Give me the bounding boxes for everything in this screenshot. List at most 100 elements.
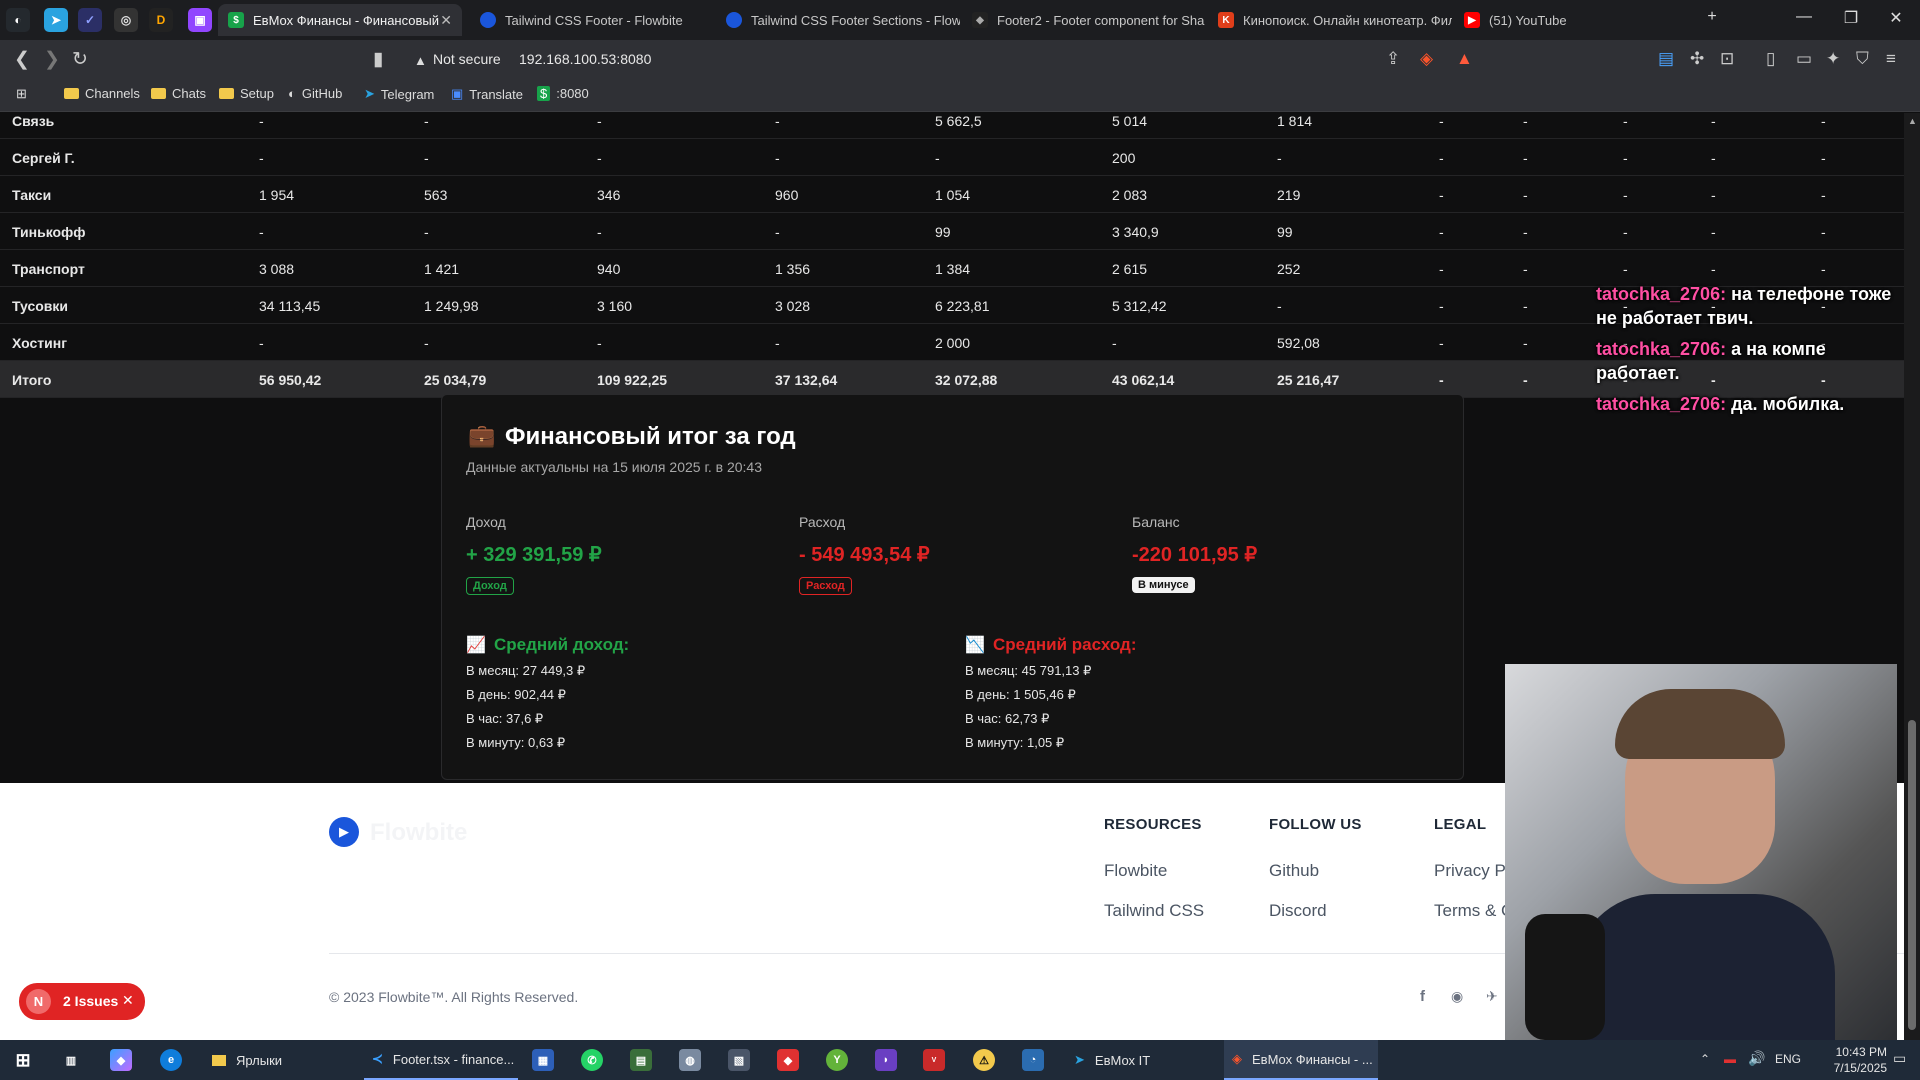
notifications-icon[interactable]: ▭ [1893,1050,1906,1067]
avg-expense-line: В час: 62,73 ₽ [965,711,1050,726]
avg-expense-line: В месяц: 45 791,13 ₽ [965,663,1092,678]
tab-tailwind-footer-sections[interactable]: Tailwind CSS Footer Sections - Flowb [716,4,960,36]
app-icon[interactable]: ◔ [1022,1049,1044,1071]
volume-icon[interactable]: 🔊 [1748,1050,1765,1067]
table-cell: - [1523,187,1528,203]
tab-kinopoisk[interactable]: K Кинопоиск. Онлайн кинотеатр. Фил [1208,4,1452,36]
pinned-tab-d-icon[interactable]: D [149,8,173,32]
whatsapp-icon[interactable]: ✆ [581,1049,603,1071]
footer-link-flowbite[interactable]: Flowbite [1104,861,1167,881]
tab-finance[interactable]: $ ЕвМох Финансы - Финансовый ✕ [218,4,462,36]
calculator-icon[interactable]: ▤ [630,1049,652,1071]
footer-link-tailwind[interactable]: Tailwind CSS [1104,901,1204,921]
twitter-icon[interactable]: ✈ [1486,988,1498,1005]
clock-time[interactable]: 10:43 PM [1817,1045,1887,1059]
pinned-tab-github-icon[interactable]: ◐ [6,8,30,32]
bookmark-8080[interactable]: $:8080 [537,86,589,101]
bookmark-telegram[interactable]: ➤ Telegram [364,86,434,102]
tray-chevron-icon[interactable]: ⌃ [1700,1052,1710,1066]
menu-icon[interactable]: ≡ [1886,49,1896,69]
screenshot-icon[interactable]: ⊡ [1720,49,1734,69]
tab-tailwind-footer[interactable]: Tailwind CSS Footer - Flowbite [470,4,714,36]
avg-income-title: Средний доход: [494,635,630,654]
footer-link-discord[interactable]: Discord [1269,901,1327,921]
taskbar-app-vscode[interactable]: ≺ Footer.tsx - finance... [364,1040,518,1080]
windows-start-icon[interactable]: ⊞ [12,1049,34,1071]
bookmark-channels[interactable]: Channels [64,86,140,101]
footer-link-privacy[interactable]: Privacy Po [1434,861,1515,881]
copilot-icon[interactable]: ◆ [110,1049,132,1071]
table-cell: 219 [1277,187,1301,203]
pinned-tab-app-icon[interactable]: ◎ [114,8,138,32]
close-window-icon[interactable]: ✕ [1881,8,1911,28]
footer-brand[interactable]: Flowbite [370,819,467,847]
next-logo-icon: N [26,989,51,1014]
table-row: Тинькофф - - - - 99 3 340,9 99 - - - - - [0,213,1904,250]
bookmark-setup[interactable]: Setup [219,86,274,101]
extension-icon[interactable]: ▤ [1658,49,1674,69]
pinned-tab-app-icon[interactable]: ✓ [78,8,102,32]
close-tab-icon[interactable]: ✕ [440,12,452,29]
edge-icon[interactable]: e [160,1049,182,1071]
footer-link-github[interactable]: Github [1269,861,1319,881]
flowbite-logo-icon[interactable]: ▶ [329,817,359,847]
app-icon[interactable]: Y [826,1049,848,1071]
tab-youtube[interactable]: ▶ (51) YouTube [1454,4,1654,36]
pinned-tab-twitch-icon[interactable]: ▣ [188,8,212,32]
bookmark-label: Telegram [380,86,435,102]
clock-date[interactable]: 7/15/2025 [1817,1061,1887,1075]
apps-grid-icon[interactable]: ⊞ [16,86,27,102]
close-icon[interactable]: ✕ [122,992,134,1009]
telegram-icon: ➤ [1074,1052,1085,1067]
anydesk-icon[interactable]: ◆ [777,1049,799,1071]
task-view-icon[interactable]: ▥ [60,1049,82,1071]
pinned-tab-telegram-icon[interactable]: ➤ [44,8,68,32]
sidebar-icon[interactable]: ▯ [1766,49,1775,69]
bookmark-chats[interactable]: Chats [151,86,206,101]
back-icon[interactable]: ❮ [14,48,30,71]
reload-icon[interactable]: ↻ [72,48,88,71]
income-label: Доход [466,514,506,530]
table-cell: 1 814 [1277,113,1313,129]
bookmark-icon[interactable]: ▮ [373,48,383,71]
taskbar-app-telegram[interactable]: ➤ ЕвМох IT [1066,1040,1220,1080]
expense-value: - 549 493,54 ₽ [799,544,930,566]
issues-badge[interactable]: N 2 Issues ✕ [19,983,145,1020]
taskbar-app-brave[interactable]: ◈ ЕвМох Финансы - ... [1224,1040,1378,1080]
footer-link-terms[interactable]: Terms & C [1434,901,1513,921]
dollar-icon: $ [537,86,551,101]
folder-icon [212,1054,226,1066]
facebook-icon[interactable]: f [1420,988,1425,1005]
tray-app-icon[interactable]: ▬ [1724,1052,1736,1066]
url-text[interactable]: 192.168.100.53:8080 [519,51,651,67]
app-icon[interactable]: ▧ [728,1049,750,1071]
brave-rewards-icon[interactable]: ▲ [1456,49,1473,69]
new-tab-icon[interactable]: + [1697,8,1727,26]
app-icon[interactable]: ◗ [875,1049,897,1071]
voicemeeter-icon[interactable]: V [923,1049,945,1071]
app-icon[interactable]: ⚠ [973,1049,995,1071]
table-cell: - [1439,150,1444,166]
leo-ai-icon[interactable]: ✦ [1826,49,1840,69]
brave-shields-icon[interactable]: ◈ [1420,49,1433,69]
scrollbar-thumb[interactable] [1908,720,1916,1030]
tab-footer2[interactable]: ◆ Footer2 - Footer component for Sha [962,4,1206,36]
minimize-icon[interactable]: — [1789,8,1819,26]
forward-icon[interactable]: ❯ [44,48,60,71]
flowbite-icon [480,12,496,28]
wallet-icon[interactable]: ▭ [1796,49,1812,69]
vpn-icon[interactable]: ⛉ [1856,49,1869,69]
not-secure-label[interactable]: Not secure [433,51,501,67]
table-cell: - [1523,150,1528,166]
app-icon[interactable]: ▦ [532,1049,554,1071]
discord-icon[interactable]: ◉ [1451,988,1463,1005]
restore-icon[interactable]: ❐ [1836,8,1866,28]
taskbar-app-explorer[interactable]: Ярлыки [204,1040,358,1080]
bookmark-github[interactable]: ◐ GitHub [288,86,342,101]
bookmark-translate[interactable]: ▣ Translate [451,86,523,102]
share-icon[interactable]: ⇪ [1386,49,1400,69]
app-icon[interactable]: ◍ [679,1049,701,1071]
puzzle-icon[interactable]: ✣ [1690,49,1704,69]
language-indicator[interactable]: ENG [1775,1052,1801,1066]
scroll-up-icon[interactable]: ▲ [1908,116,1917,126]
